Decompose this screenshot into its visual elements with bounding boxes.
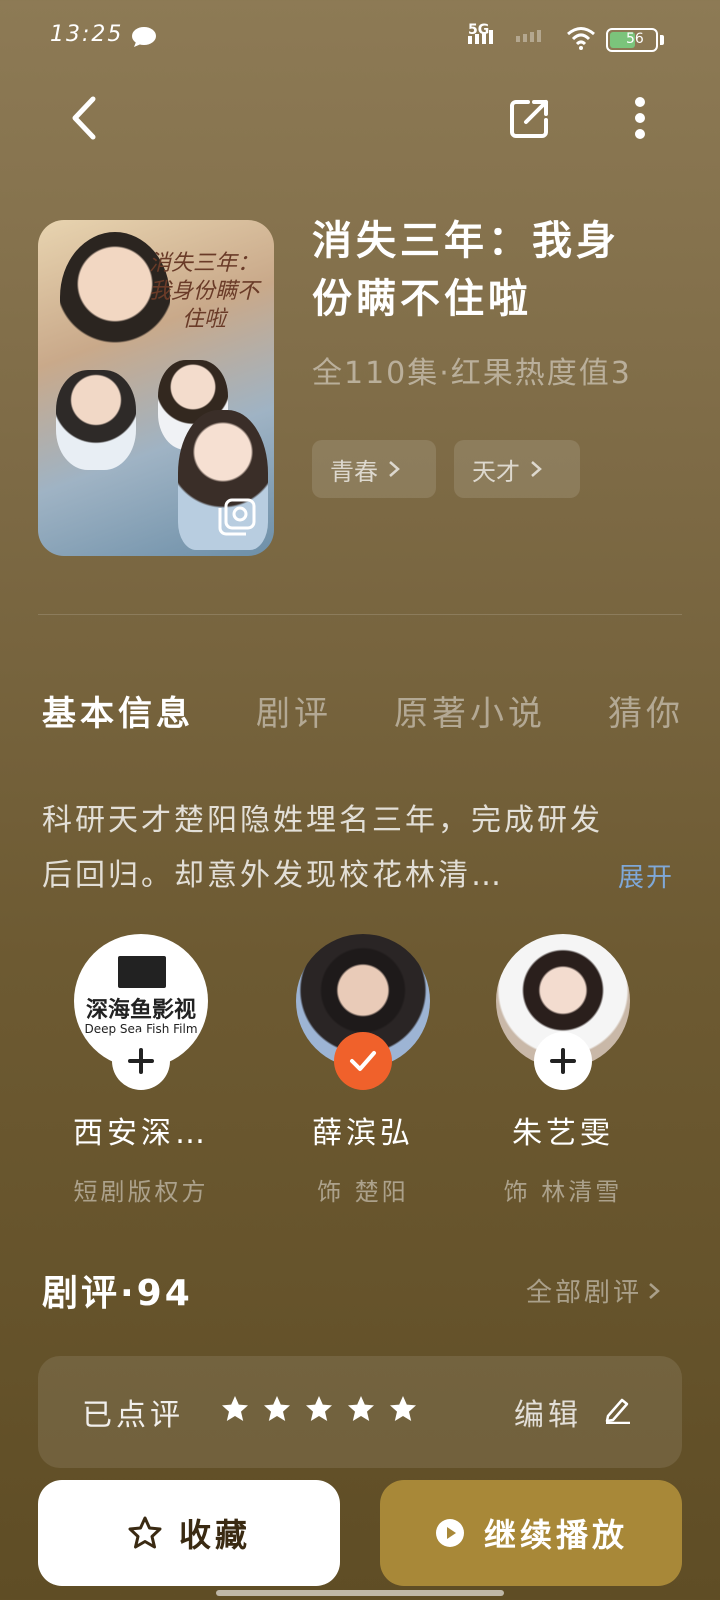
tab-bar: 基本信息 剧评 原著小说 猜你 (42, 686, 720, 735)
check-icon (350, 1051, 376, 1071)
bottom-action-bar: 收藏 继续播放 (0, 1468, 720, 1600)
more-button[interactable] (612, 90, 668, 146)
play-icon (435, 1519, 464, 1547)
chevron-right-icon (531, 461, 542, 477)
battery-icon: 56 (606, 28, 658, 52)
divider (38, 614, 682, 615)
share-button[interactable] (502, 90, 558, 146)
followed-badge[interactable] (334, 1032, 392, 1090)
cast-item[interactable]: 薛滨弘 饰 楚阳 (288, 934, 438, 1207)
tag-label: 青春 (330, 457, 378, 486)
avatar[interactable] (296, 934, 430, 1090)
star-outline-icon (128, 1516, 162, 1549)
star-icon[interactable] (304, 1394, 334, 1424)
signal-icon (468, 30, 493, 44)
more-vertical-icon (635, 97, 645, 139)
cast-role: 短剧版权方 (73, 1178, 209, 1206)
tab-reviews[interactable]: 剧评 (256, 686, 332, 735)
chevron-left-icon (72, 96, 96, 140)
favorite-label: 收藏 (178, 1516, 251, 1554)
battery-text: 56 (626, 31, 644, 47)
star-icon[interactable] (220, 1394, 250, 1424)
cast-item[interactable]: 深海鱼影视 Deep Sea Fish Film 西安深… 短剧版权方 (66, 934, 216, 1207)
cast-name: 朱艺雯 (512, 1116, 614, 1151)
plus-icon (550, 1048, 576, 1074)
follow-button[interactable] (112, 1032, 170, 1090)
tab-basic-info[interactable]: 基本信息 (42, 686, 194, 735)
status-time: 13:25 (50, 22, 124, 47)
drama-title: 消失三年：我身份瞒不住啦 (312, 218, 620, 322)
chevron-right-icon (389, 461, 400, 477)
film-logo-icon (118, 956, 166, 988)
star-icon[interactable] (388, 1394, 418, 1424)
star-icon[interactable] (346, 1394, 376, 1424)
synopsis-line-2: 后回归。却意外发现校花林清… (42, 858, 504, 893)
star-icon[interactable] (262, 1394, 292, 1424)
logo-text-cn: 深海鱼影视 (85, 998, 196, 1023)
tab-original-novel[interactable]: 原著小说 (394, 686, 546, 735)
poster-title: 消失三年：我身份瞒不住啦 (148, 251, 259, 332)
play-label: 继续播放 (483, 1516, 628, 1554)
battery-cap (660, 35, 664, 45)
edit-review-button[interactable]: 编辑 (514, 1390, 582, 1434)
cast-role: 饰 林清雪 (503, 1178, 623, 1206)
drama-meta: 全110集·红果热度值3 (312, 356, 632, 391)
home-indicator[interactable] (216, 1590, 504, 1596)
poster-figure (56, 370, 136, 470)
share-icon (510, 100, 548, 138)
star-rating[interactable] (220, 1394, 418, 1424)
chevron-right-icon (649, 1282, 660, 1299)
cast-name: 薛滨弘 (312, 1116, 414, 1151)
wifi-icon (567, 27, 595, 50)
plus-icon (128, 1048, 154, 1074)
cast-role: 饰 楚阳 (317, 1178, 409, 1206)
signal-secondary-icon (516, 30, 541, 42)
avatar[interactable] (496, 934, 630, 1090)
rating-card: 已点评 编辑 (38, 1356, 682, 1468)
tag-label: 天才 (472, 457, 520, 486)
pencil-icon[interactable] (602, 1394, 632, 1424)
continue-play-button[interactable]: 继续播放 (380, 1480, 682, 1586)
all-reviews-link[interactable]: 全部剧评 (526, 1272, 660, 1309)
tag-chip[interactable]: 天才 (454, 440, 580, 498)
tab-recommend[interactable]: 猜你 (608, 686, 684, 735)
expand-link[interactable]: 展开 (618, 857, 674, 894)
tag-chip[interactable]: 青春 (312, 440, 436, 498)
synopsis-line-1: 科研天才楚阳隐姓埋名三年，完成研发 (42, 803, 603, 838)
gallery-icon[interactable] (218, 498, 256, 536)
favorite-button[interactable]: 收藏 (38, 1480, 340, 1586)
reviews-heading: 剧评·94 (42, 1273, 193, 1314)
cast-name: 西安深… (73, 1116, 209, 1151)
all-reviews-label: 全部剧评 (526, 1278, 643, 1308)
drama-poster[interactable]: 消失三年：我身份瞒不住啦 (38, 220, 274, 556)
status-bar: 13:25 5G 56 (0, 0, 720, 72)
cast-item[interactable]: 朱艺雯 饰 林清雪 (488, 934, 638, 1207)
rated-label: 已点评 (82, 1398, 184, 1433)
back-button[interactable] (56, 90, 112, 146)
avatar[interactable]: 深海鱼影视 Deep Sea Fish Film (74, 934, 208, 1090)
follow-button[interactable] (534, 1032, 592, 1090)
chat-bubble-icon (132, 27, 156, 47)
